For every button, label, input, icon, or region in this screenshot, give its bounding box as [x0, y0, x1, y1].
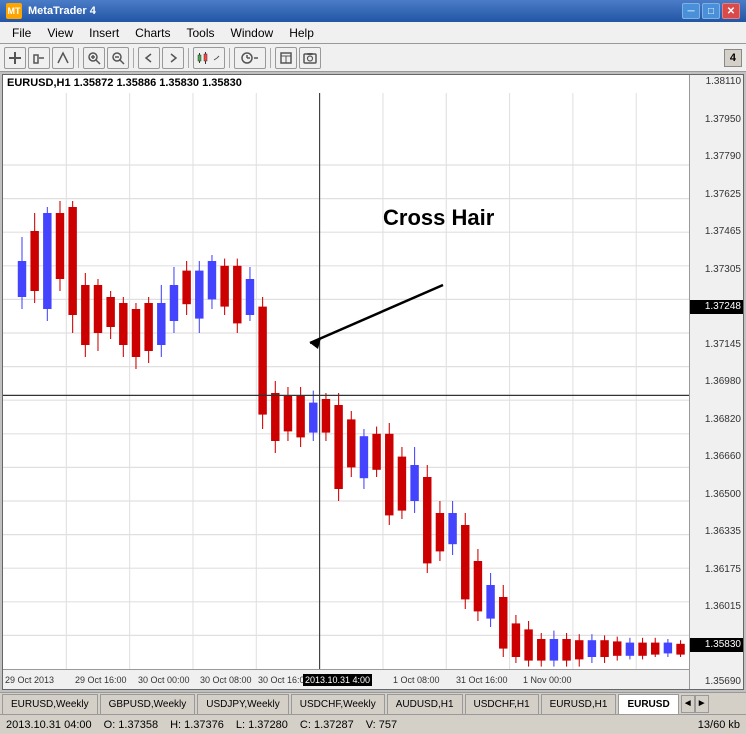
menu-charts[interactable]: Charts	[127, 24, 178, 42]
status-volume: V: 757	[366, 719, 397, 731]
time-label-crosshair: 2013.10.31 4:00	[303, 674, 372, 686]
tab-usdchf-weekly[interactable]: USDCHF,Weekly	[291, 694, 385, 714]
menu-window[interactable]: Window	[223, 24, 282, 42]
toolbar-scroll-right[interactable]	[162, 47, 184, 69]
time-axis: 29 Oct 2013 29 Oct 16:00 30 Oct 00:00 30…	[3, 669, 689, 689]
tab-bar: EURUSD,Weekly GBPUSD,Weekly USDJPY,Weekl…	[0, 692, 746, 714]
toolbar-zoom-in[interactable]	[83, 47, 105, 69]
menu-insert[interactable]: Insert	[81, 24, 127, 42]
status-low: L: 1.37280	[236, 719, 288, 731]
toolbar-number-badge: 4	[724, 49, 742, 67]
tab-eurusd-weekly[interactable]: EURUSD,Weekly	[2, 694, 98, 714]
menu-bar: File View Insert Charts Tools Window Hel…	[0, 22, 746, 44]
close-button[interactable]: ✕	[722, 3, 740, 19]
tab-audusd-h1[interactable]: AUDUSD,H1	[387, 694, 463, 714]
price-label-11: 1.36500	[690, 488, 743, 502]
minimize-button[interactable]: ─	[682, 3, 700, 19]
toolbar-chart-type[interactable]	[193, 47, 225, 69]
time-label-8: 1 Nov 00:00	[523, 675, 572, 685]
toolbar-btn-1[interactable]	[4, 47, 26, 69]
maximize-button[interactable]: □	[702, 3, 720, 19]
main-area: EURUSD,H1 1.35872 1.35886 1.35830 1.3583…	[0, 72, 746, 692]
price-label-5: 1.37465	[690, 225, 743, 239]
time-label-2: 29 Oct 16:00	[75, 675, 127, 685]
tab-eurusd-active[interactable]: EURUSD	[618, 694, 678, 714]
tab-scroll-left[interactable]: ◄	[681, 695, 695, 713]
menu-tools[interactable]: Tools	[179, 24, 223, 42]
title-bar-title: MetaTrader 4	[28, 5, 682, 17]
time-label-6: 1 Oct 08:00	[393, 675, 440, 685]
time-label-4: 30 Oct 08:00	[200, 675, 252, 685]
price-label-12: 1.36335	[690, 525, 743, 539]
price-label-15: 1.35690	[690, 675, 743, 689]
toolbar-btn-2[interactable]	[28, 47, 50, 69]
status-bar: 2013.10.31 04:00 O: 1.37358 H: 1.37376 L…	[0, 714, 746, 734]
price-label-9: 1.36820	[690, 413, 743, 427]
toolbar-sep-4	[229, 48, 230, 68]
price-label-active: 1.35830	[690, 638, 743, 652]
tab-gbpusd-weekly[interactable]: GBPUSD,Weekly	[100, 694, 196, 714]
status-high: H: 1.37376	[170, 719, 224, 731]
price-label-14: 1.36015	[690, 600, 743, 614]
price-label-7: 1.37145	[690, 338, 743, 352]
price-label-4: 1.37625	[690, 188, 743, 202]
menu-view[interactable]: View	[39, 24, 81, 42]
toolbar-sep-1	[78, 48, 79, 68]
toolbar: 4	[0, 44, 746, 72]
status-filesize: 13/60 kb	[698, 719, 740, 731]
status-datetime: 2013.10.31 04:00	[6, 719, 92, 731]
price-scale: 1.38110 1.37950 1.37790 1.37625 1.37465 …	[689, 75, 743, 689]
price-label-2: 1.37950	[690, 113, 743, 127]
app-icon: MT	[6, 3, 22, 19]
price-label-crosshair: 1.37248	[690, 300, 743, 314]
title-bar-controls: ─ □ ✕	[682, 3, 740, 19]
toolbar-zoom-out[interactable]	[107, 47, 129, 69]
toolbar-time-btn[interactable]	[234, 47, 266, 69]
toolbar-scroll-left[interactable]	[138, 47, 160, 69]
toolbar-sep-2	[133, 48, 134, 68]
chart-container[interactable]: EURUSD,H1 1.35872 1.35886 1.35830 1.3583…	[2, 74, 744, 690]
price-label-13: 1.36175	[690, 563, 743, 577]
status-close: C: 1.37287	[300, 719, 354, 731]
price-label-1: 1.38110	[690, 75, 743, 89]
menu-file[interactable]: File	[4, 24, 39, 42]
time-label-1: 29 Oct 2013	[5, 675, 54, 685]
toolbar-sep-5	[270, 48, 271, 68]
tab-eurusd-h1[interactable]: EURUSD,H1	[541, 694, 617, 714]
toolbar-btn-3[interactable]	[52, 47, 74, 69]
time-label-3: 30 Oct 00:00	[138, 675, 190, 685]
chart-info: EURUSD,H1 1.35872 1.35886 1.35830 1.3583…	[7, 77, 242, 89]
price-label-3: 1.37790	[690, 150, 743, 164]
title-bar: MT MetaTrader 4 ─ □ ✕	[0, 0, 746, 22]
toolbar-template[interactable]	[275, 47, 297, 69]
tab-usdjpy-weekly[interactable]: USDJPY,Weekly	[197, 694, 289, 714]
price-label-8: 1.36980	[690, 375, 743, 389]
time-label-7: 31 Oct 16:00	[456, 675, 508, 685]
menu-help[interactable]: Help	[281, 24, 322, 42]
toolbar-screenshot[interactable]	[299, 47, 321, 69]
toolbar-sep-3	[188, 48, 189, 68]
chart-canvas	[3, 93, 689, 669]
status-open: O: 1.37358	[104, 719, 158, 731]
tab-usdchf-h1[interactable]: USDCHF,H1	[465, 694, 539, 714]
price-label-10: 1.36660	[690, 450, 743, 464]
time-label-5: 30 Oct 16:00	[258, 675, 310, 685]
candles-chart	[3, 93, 689, 669]
tab-scroll-right[interactable]: ►	[695, 695, 709, 713]
price-label-6: 1.37305	[690, 263, 743, 277]
